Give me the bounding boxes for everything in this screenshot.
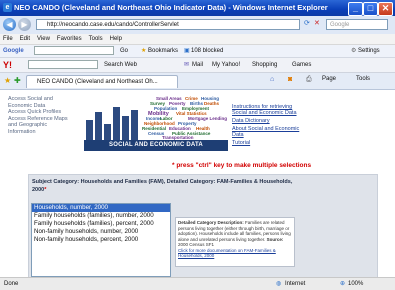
zone-text: Internet bbox=[285, 281, 306, 287]
list-item[interactable]: Family households (families), number, 20… bbox=[32, 212, 170, 220]
page-content: Access Social and Economic Data Access Q… bbox=[0, 90, 395, 277]
yahoo-logo: Y! bbox=[3, 60, 12, 70]
documentation-link[interactable]: Click for more documentation on FAM-Fami… bbox=[178, 248, 292, 259]
status-text: Done bbox=[4, 281, 19, 287]
close-button[interactable]: ✕ bbox=[378, 2, 393, 16]
list-item[interactable]: Non-family households, number, 2000 bbox=[32, 228, 170, 236]
nav-geographic-2[interactable]: Information bbox=[8, 129, 68, 136]
google-label: Google bbox=[3, 48, 24, 54]
list-item[interactable]: Family households (families), percent, 2… bbox=[32, 220, 170, 228]
tab-row: ★ ✚ NEO CANDO (Cleveland and Northeast O… bbox=[0, 73, 395, 90]
subject-line-1: Subject Category: Households and Familie… bbox=[32, 179, 293, 185]
forward-icon[interactable]: ▶ bbox=[18, 18, 31, 31]
selection-panel: Subject Category: Households and Familie… bbox=[28, 174, 378, 277]
ie-logo-icon: e bbox=[3, 3, 12, 12]
settings-button[interactable]: Settings bbox=[358, 45, 380, 57]
description-heading: Detailed Category Description: bbox=[178, 220, 244, 225]
yahoo-search-input[interactable] bbox=[28, 60, 98, 69]
category-description: Detailed Category Description: Families … bbox=[175, 217, 295, 267]
status-bar: Done ◍ Internet ⊕ 100% bbox=[0, 277, 395, 290]
source-label: Source: bbox=[266, 236, 284, 242]
window-title: NEO CANDO (Cleveland and Northeast Ohio … bbox=[14, 3, 328, 12]
mail-button[interactable]: Mail bbox=[192, 58, 203, 72]
menu-view[interactable]: View bbox=[37, 36, 50, 42]
link-data-dictionary[interactable]: Data Dictionary bbox=[232, 118, 270, 124]
maximize-button[interactable]: □ bbox=[363, 2, 378, 16]
back-icon[interactable]: ◀ bbox=[3, 18, 16, 31]
my-yahoo-button[interactable]: My Yahoo! bbox=[212, 58, 240, 72]
blocked-count[interactable]: 108 blocked bbox=[191, 45, 223, 57]
star-icon: ★ bbox=[141, 48, 147, 54]
banner-bar bbox=[131, 110, 138, 140]
google-toolbar: Google Go ★ Bookmarks ▣ 108 blocked ⚙ Se… bbox=[0, 45, 395, 58]
zoom-icon: ⊕ bbox=[340, 281, 346, 287]
mail-icon: ✉ bbox=[184, 62, 190, 68]
menu-file[interactable]: File bbox=[3, 36, 13, 42]
list-item[interactable]: Non-family households, percent, 2000 bbox=[32, 236, 170, 244]
banner-bar bbox=[113, 107, 120, 140]
bookmarks-button[interactable]: Bookmarks bbox=[148, 45, 178, 57]
address-input[interactable]: http://neocando.case.edu/cando/Controlle… bbox=[36, 19, 300, 30]
url-text: http://neocando.case.edu/cando/Controlle… bbox=[47, 22, 179, 28]
minimize-button[interactable]: _ bbox=[348, 2, 363, 16]
banner-bar bbox=[104, 124, 111, 140]
menu-bar: File Edit View Favorites Tools Help bbox=[0, 34, 395, 45]
multiple-selection-note: * press "ctrl" key to make multiple sele… bbox=[172, 162, 312, 169]
search-placeholder: Google bbox=[330, 22, 350, 28]
print-icon[interactable]: ⎙ bbox=[306, 76, 312, 84]
link-instructions-2[interactable]: Social and Economic Data bbox=[232, 110, 297, 116]
google-go-button[interactable]: Go bbox=[120, 45, 128, 57]
title-bar: e NEO CANDO (Cleveland and Northeast Ohi… bbox=[0, 0, 395, 16]
search-web-button[interactable]: Search Web bbox=[104, 58, 137, 72]
social-economic-banner: Small Areas Crime Housing Survey Poverty… bbox=[84, 96, 228, 151]
link-tutorial[interactable]: Tutorial bbox=[232, 140, 250, 146]
refresh-icon[interactable]: ⟳ bbox=[304, 19, 310, 27]
browser-tab[interactable]: NEO CANDO (Cleveland and Northeast Oh... bbox=[26, 75, 178, 88]
required-asterisk: * bbox=[44, 187, 47, 193]
zoom-level[interactable]: 100% bbox=[348, 278, 363, 290]
list-item[interactable]: Households, number, 2000 bbox=[32, 204, 170, 212]
page-menu[interactable]: Page bbox=[322, 76, 336, 82]
banner-bar bbox=[95, 112, 102, 140]
search-input[interactable]: Google bbox=[326, 19, 388, 30]
stop-icon[interactable]: ✕ bbox=[314, 19, 320, 27]
subject-year: 2000 bbox=[32, 187, 45, 193]
menu-tools[interactable]: Tools bbox=[89, 36, 103, 42]
subject-line-2: 2000* bbox=[32, 186, 332, 194]
banner-caption: SOCIAL AND ECONOMIC DATA bbox=[84, 140, 228, 151]
variable-listbox[interactable]: Households, number, 2000 Family househol… bbox=[31, 203, 171, 277]
tab-title: NEO CANDO (Cleveland and Northeast Oh... bbox=[37, 79, 158, 85]
yahoo-toolbar: Y! Search Web ✉ Mail My Yahoo! Shopping … bbox=[0, 58, 395, 73]
left-nav: Access Social and Economic Data Access Q… bbox=[8, 96, 68, 135]
subject-category: Subject Category: Households and Familie… bbox=[32, 178, 332, 194]
shopping-button[interactable]: Shopping bbox=[252, 58, 277, 72]
globe-icon: ◍ bbox=[276, 281, 282, 287]
source-text: 2000 Census SF1 bbox=[178, 242, 215, 247]
link-about-2[interactable]: Data bbox=[232, 132, 244, 138]
banner-bar bbox=[122, 116, 129, 140]
tools-menu[interactable]: Tools bbox=[356, 76, 370, 82]
home-icon[interactable]: ⌂ bbox=[270, 76, 274, 83]
popup-blocker-icon: ▣ bbox=[184, 48, 190, 54]
games-button[interactable]: Games bbox=[292, 58, 311, 72]
menu-edit[interactable]: Edit bbox=[20, 36, 30, 42]
wrench-icon: ⚙ bbox=[351, 48, 357, 54]
feeds-icon[interactable]: ◙ bbox=[288, 76, 292, 83]
nav-quick-profiles[interactable]: Access Quick Profiles bbox=[8, 109, 68, 116]
favorites-star-icon[interactable]: ★ bbox=[4, 76, 11, 85]
banner-bar bbox=[86, 120, 93, 140]
google-search-input[interactable] bbox=[34, 46, 114, 55]
menu-favorites[interactable]: Favorites bbox=[57, 36, 82, 42]
menu-help[interactable]: Help bbox=[110, 36, 122, 42]
add-favorite-icon[interactable]: ✚ bbox=[14, 76, 21, 85]
address-row: ◀ ▶ http://neocando.case.edu/cando/Contr… bbox=[0, 16, 395, 34]
